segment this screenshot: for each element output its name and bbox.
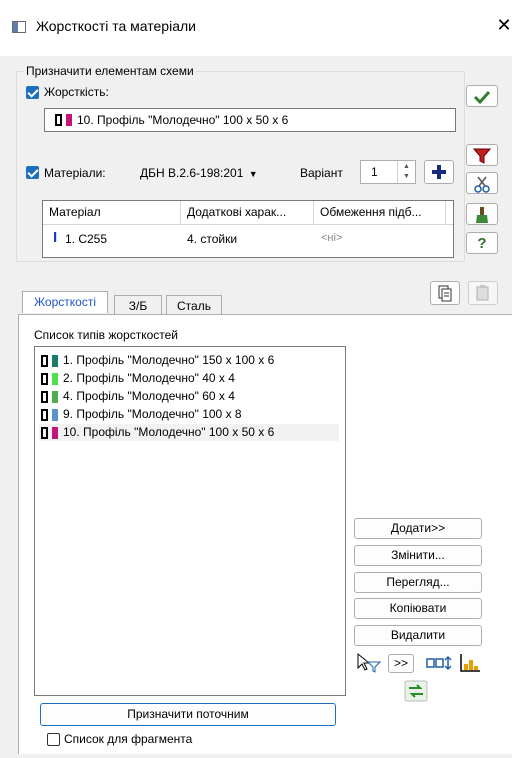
bar-chart-icon — [460, 654, 480, 672]
more-button[interactable]: >> — [388, 654, 414, 673]
list-item[interactable]: 2. Профіль "Молодечно" 40 x 4 — [39, 370, 339, 387]
list-item-label: 4. Профіль "Молодечно" 60 x 4 — [63, 389, 235, 403]
filter-icon — [472, 148, 492, 164]
select-filter-button[interactable] — [356, 652, 384, 674]
stiffness-color-swatch — [52, 409, 58, 421]
scissors-icon — [474, 176, 490, 193]
column-header-limit[interactable]: Обмеження підб... — [314, 201, 446, 225]
assign-group-legend: Призначити елементам схеми — [24, 64, 196, 78]
current-stiffness-value: 10. Профіль "Молодечно" 100 x 50 x 6 — [77, 113, 289, 127]
spin-down-icon[interactable]: ▼ — [403, 173, 410, 180]
column-header-material[interactable]: Матеріал — [43, 201, 181, 225]
limit-cell: <ні> — [321, 232, 343, 244]
paste-clipboard-button[interactable] — [468, 281, 498, 305]
list-item[interactable]: 1. Профіль "Молодечно" 150 x 100 x 6 — [39, 352, 339, 369]
variant-spinbox[interactable]: 1 ▲ ▼ — [360, 160, 416, 184]
sort-button[interactable] — [426, 655, 456, 673]
list-item-label: 10. Профіль "Молодечно" 100 x 50 x 6 — [63, 425, 275, 439]
swap-button[interactable] — [404, 680, 428, 702]
variant-spinner[interactable]: ▲ ▼ — [397, 161, 415, 183]
list-item[interactable]: 10. Профіль "Молодечно" 100 x 50 x 6 — [39, 424, 339, 441]
list-item-label: 1. Профіль "Молодечно" 150 x 100 x 6 — [63, 353, 275, 367]
help-button[interactable]: ? — [466, 232, 498, 254]
list-item[interactable]: 9. Профіль "Молодечно" 100 x 8 — [39, 406, 339, 423]
sort-icon — [426, 655, 452, 671]
profile-icon — [41, 391, 48, 403]
add-material-button[interactable] — [424, 160, 454, 184]
materials-norm-select[interactable]: ДБН В.2.6-198:201 ▼ — [140, 166, 258, 180]
materials-table-header: Матеріал Додаткові харак... Обмеження пі… — [43, 201, 453, 225]
profile-icon — [55, 114, 62, 126]
variant-label: Варіант — [300, 166, 343, 180]
copy-clipboard-button[interactable] — [430, 281, 460, 305]
cut-button[interactable] — [466, 172, 498, 194]
chevron-down-icon: ▼ — [248, 169, 258, 179]
column-header-extra[interactable]: Додаткові харак... — [181, 201, 314, 225]
brush-icon — [476, 207, 488, 223]
window-title: Жорсткості та матеріали — [36, 18, 196, 34]
chart-sort-button[interactable] — [458, 652, 482, 674]
delete-button[interactable]: Видалити — [354, 625, 482, 646]
profile-icon — [41, 373, 48, 385]
brush-button[interactable] — [466, 203, 498, 225]
stiffness-label: Жорсткість: — [44, 85, 109, 99]
tab-steel[interactable]: Сталь — [166, 295, 222, 315]
material-cell: 1. C255 — [65, 232, 108, 246]
add-button[interactable]: Додати>> — [354, 518, 482, 539]
apply-button[interactable] — [466, 85, 498, 107]
stiffness-list-label: Список типів жорсткостей — [34, 328, 178, 342]
cursor-filter-icon — [357, 652, 382, 673]
profile-icon — [41, 409, 48, 421]
list-item-label: 2. Профіль "Молодечно" 40 x 4 — [63, 371, 235, 385]
tab-stiffness[interactable]: Жорсткості — [22, 291, 108, 313]
materials-norm-value: ДБН В.2.6-198:201 — [140, 166, 244, 180]
close-button[interactable]: ✕ — [496, 14, 512, 36]
variant-value: 1 — [371, 165, 378, 179]
checkmark-icon — [473, 90, 491, 105]
current-stiffness-field[interactable]: 10. Профіль "Молодечно" 100 x 50 x 6 — [44, 108, 456, 132]
edit-button[interactable]: Змінити... — [354, 545, 482, 566]
table-row[interactable]: I 1. C255 4. стойки <ні> — [43, 230, 453, 248]
assign-current-button[interactable]: Призначити поточним — [40, 703, 336, 726]
list-item[interactable]: 4. Профіль "Молодечно" 60 x 4 — [39, 388, 339, 405]
extra-cell: 4. стойки — [187, 232, 238, 246]
stiffness-checkbox[interactable] — [26, 86, 39, 99]
stiffness-color-swatch — [66, 114, 72, 126]
stiffness-color-swatch — [52, 355, 58, 367]
copy-button[interactable]: Копіювати — [354, 598, 482, 619]
app-icon — [12, 21, 26, 33]
list-item-label: 9. Профіль "Молодечно" 100 x 8 — [63, 407, 242, 421]
steel-beam-icon: I — [53, 229, 58, 246]
profile-icon — [41, 355, 48, 367]
materials-label: Матеріали: — [44, 166, 106, 180]
swap-arrows-icon — [404, 680, 428, 702]
materials-checkbox[interactable] — [26, 166, 39, 179]
plus-icon — [432, 165, 446, 179]
stiffness-color-swatch — [52, 373, 58, 385]
stiffness-list[interactable]: 1. Профіль "Молодечно" 150 x 100 x 6 2. П… — [34, 346, 346, 696]
question-icon: ? — [477, 235, 487, 252]
materials-table: Матеріал Додаткові харак... Обмеження пі… — [42, 200, 454, 258]
profile-icon — [41, 427, 48, 439]
view-button[interactable]: Перегляд... — [354, 572, 482, 593]
stiffness-color-swatch — [52, 427, 58, 439]
stiffness-color-swatch — [52, 391, 58, 403]
fragment-list-checkbox[interactable] — [47, 733, 60, 746]
tab-reinforced-concrete[interactable]: З/Б — [114, 295, 162, 315]
clipboard-paste-icon — [476, 285, 489, 301]
fragment-list-label: Список для фрагмента — [64, 732, 193, 746]
filter-button[interactable] — [466, 144, 498, 166]
spin-up-icon[interactable]: ▲ — [403, 163, 410, 170]
clipboard-copy-icon — [438, 285, 452, 302]
